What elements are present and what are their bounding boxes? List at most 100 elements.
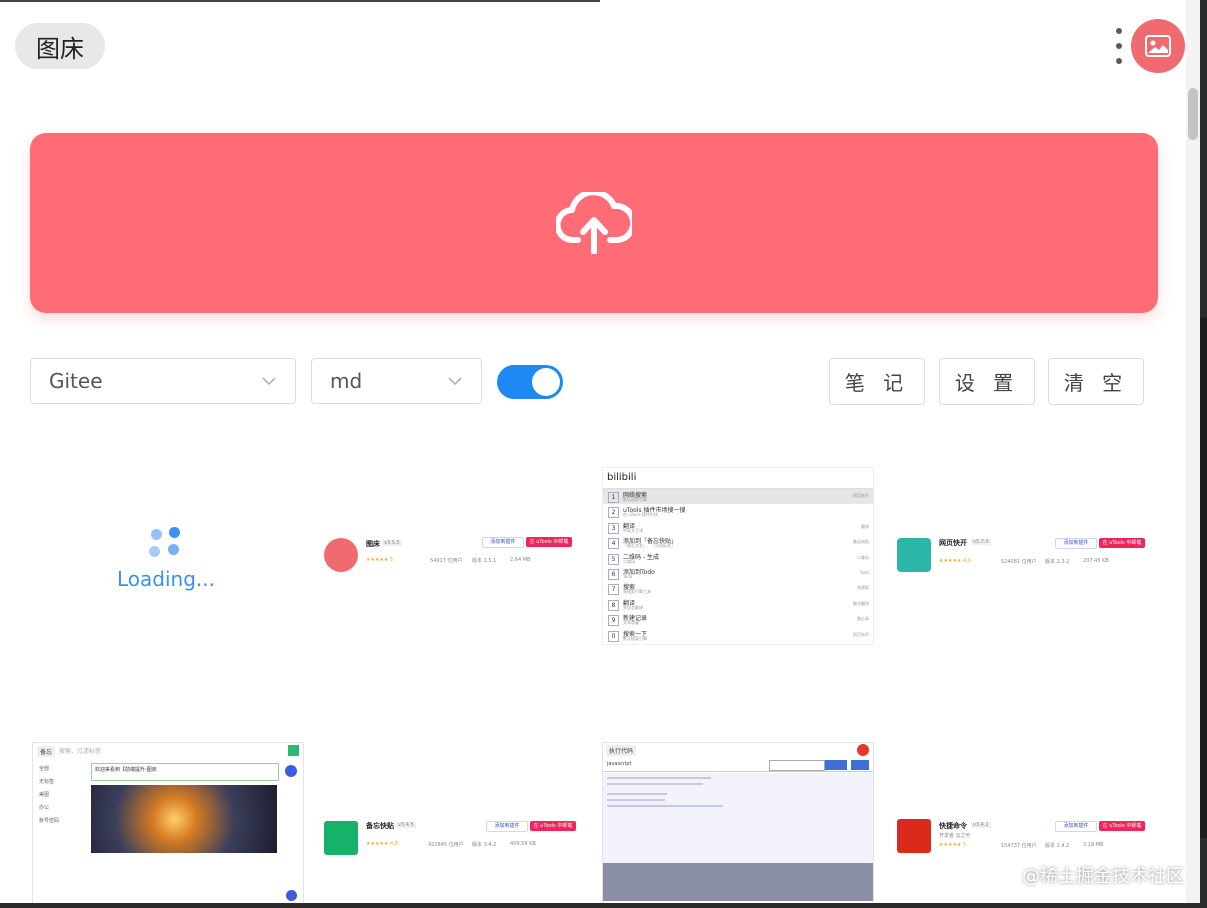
search-result-item: 4 添加到「备忘快贴」 「备忘文本」、「分组标签」 备忘快贴 (603, 535, 873, 550)
note-sidebar-item: 美图 (39, 792, 50, 798)
search-result-item: 1 网络搜索 默认搜索引擎 网页快开 (603, 489, 873, 505)
image-thumbnail-1[interactable]: 图床 v3.5.5 ★★★★★ 5 54917 位用户 版本 1.5.1 2.6… (320, 525, 582, 585)
plugin-rating: ★★★★★ 4.8 (366, 841, 398, 847)
image-icon (1145, 35, 1171, 57)
search-result-item: 5 二维码 - 生成 二维码 二维码 (603, 551, 873, 566)
clipboard-icon (324, 821, 358, 855)
image-thumbnail-2[interactable]: bilibili 1 网络搜索 默认搜索引擎 网页快开 2 uTools 插件市场搜一搜在… (602, 467, 874, 645)
plugin-name: 备忘快贴 (366, 822, 394, 830)
result-number: 2 (608, 507, 619, 519)
plugin-uninstall-button: 在 uTools 中卸载 (1099, 821, 1145, 831)
result-sub: Todo (623, 573, 633, 579)
result-source: 网页快开 (853, 631, 869, 637)
upload-dropzone[interactable] (30, 133, 1158, 313)
note-sidebar-item: 全部 (39, 766, 50, 772)
result-number: 6 (608, 568, 619, 580)
scrollbar[interactable] (1186, 0, 1200, 903)
loading-indicator: Loading... (110, 525, 222, 591)
plugin-author: 开发者 云之叶 (939, 833, 971, 839)
image-thumbnail-3[interactable]: 网页快开 v5.7.0 ★★★★★ 4.9 524081 位用户 版本 2.3.… (893, 530, 1155, 590)
result-sub: 文本收藏 (623, 620, 639, 626)
plugin-size: 2.64 MB (510, 557, 531, 563)
plugin-version-label: 版本 1.5.1 (472, 558, 497, 564)
add-icon (286, 890, 297, 901)
cloud-upload-icon (556, 192, 632, 254)
plugin-name: 网页快开 (939, 539, 967, 547)
more-vertical-icon[interactable] (1110, 28, 1128, 64)
note-tag: 备忘 (37, 746, 56, 757)
note-search: 搜索、过滤标签 (59, 748, 102, 755)
rocket-icon (897, 538, 931, 572)
plugin-size: 3.18 MB (1083, 842, 1104, 848)
spinner-icon (149, 525, 183, 559)
plugin-rating: ★★★★★ 5 (366, 557, 394, 563)
loading-text: Loading... (117, 567, 215, 591)
chevron-down-icon (448, 377, 462, 386)
background-window-edge (1200, 318, 1207, 838)
app-window: 图床 Gitee md 笔 记 设 置 清 空 Loading... 图床 v3… (0, 0, 1200, 903)
result-sub: 二维码 (623, 558, 635, 564)
result-number: 5 (608, 553, 619, 565)
plugin-add-button: 添加到插件 (486, 821, 528, 832)
result-source: 备忘快贴 (853, 539, 869, 545)
result-number: 9 (608, 615, 619, 627)
scrollbar-thumb[interactable] (1188, 88, 1198, 140)
result-source: 多搜索 (857, 585, 869, 591)
image-thumbnail-4[interactable]: 备忘 搜索、过滤标签 全部 无标签 美图 办公 账号密码 欢迎来看到【前端提升-图床 (32, 742, 304, 903)
plugin-uninstall-button: 在 uTools 中卸载 (526, 537, 572, 547)
search-result-item: 0 搜索一下 默认搜索引擎 网页快开 (603, 628, 873, 643)
notes-button[interactable]: 笔 记 (829, 358, 925, 405)
code-editor (603, 773, 873, 901)
plugin-rating: ★★★★★ 5 (939, 842, 967, 848)
avatar[interactable] (1131, 19, 1185, 73)
code-app-icon (857, 744, 869, 756)
chevron-down-icon (262, 377, 276, 386)
result-number: 4 (608, 538, 619, 550)
link-format-select[interactable]: md (311, 358, 482, 404)
code-lang: javascript (607, 761, 632, 767)
plugin-version: v5.7.0 (971, 539, 991, 545)
result-sub: 多搜索引擎工具 (623, 589, 651, 595)
result-sub: 多语言翻译 (623, 604, 643, 610)
command-icon (897, 819, 931, 853)
search-result-item: 3 翻译 中英文互译 翻译 (603, 520, 873, 535)
plugin-users: 422845 位用户 (428, 842, 464, 848)
result-source: 聚合翻译 (853, 600, 869, 606)
result-source: 备忘录 (857, 616, 869, 622)
plugin-version: v3.4.2 (971, 822, 991, 828)
code-title: 执行代码 (606, 745, 637, 756)
plugin-add-button: 添加到插件 (482, 537, 524, 548)
plugin-add-button: 添加到插件 (1055, 538, 1097, 549)
result-source: 翻译 (861, 523, 869, 529)
plugin-version-label: 版本 3.4.2 (472, 842, 497, 848)
image-thumbnail-5[interactable]: 备忘快贴 v3.4.5 ★★★★★ 4.8 422845 位用户 版本 3.4.… (320, 815, 582, 875)
code-input (769, 760, 825, 771)
plugin-uninstall-button: 在 uTools 中卸载 (1099, 538, 1145, 548)
image-host-value: Gitee (49, 369, 103, 393)
result-number: 0 (608, 630, 619, 642)
plugin-name: 快捷命令 (939, 822, 967, 830)
plugin-users: 154737 位用户 (1001, 843, 1037, 849)
image-thumbnail-6[interactable]: 执行代码 javascript (602, 742, 874, 903)
note-sidebar-item: 无标签 (39, 779, 55, 785)
settings-button[interactable]: 设 置 (939, 358, 1035, 405)
result-source: Todo (859, 569, 869, 575)
app-title: 图床 (36, 34, 84, 63)
result-sub: 在 uTools 插件市场 (623, 512, 658, 518)
plugin-add-button: 添加到插件 (1055, 821, 1097, 832)
window-top-border (0, 0, 600, 2)
clear-button[interactable]: 清 空 (1048, 358, 1144, 405)
run-button (825, 760, 847, 770)
note-text: 欢迎来看到【前端提升-图床 (91, 763, 279, 781)
plugin-version-label: 版本 2.3.2 (1045, 559, 1070, 565)
plugin-name: 图床 (366, 540, 380, 548)
search-result-item: 7 搜索 多搜索引擎工具 多搜索 (603, 581, 873, 596)
image-host-select[interactable]: Gitee (30, 358, 296, 404)
search-query: bilibili (607, 472, 637, 483)
note-app-icon (288, 745, 299, 756)
app-title-pill[interactable]: 图床 (15, 23, 105, 69)
result-number: 3 (608, 522, 619, 534)
plugin-users: 524081 位用户 (1001, 559, 1037, 565)
watermark: @稀土掘金技术社区 (1022, 866, 1184, 887)
auto-copy-toggle[interactable] (497, 365, 563, 399)
